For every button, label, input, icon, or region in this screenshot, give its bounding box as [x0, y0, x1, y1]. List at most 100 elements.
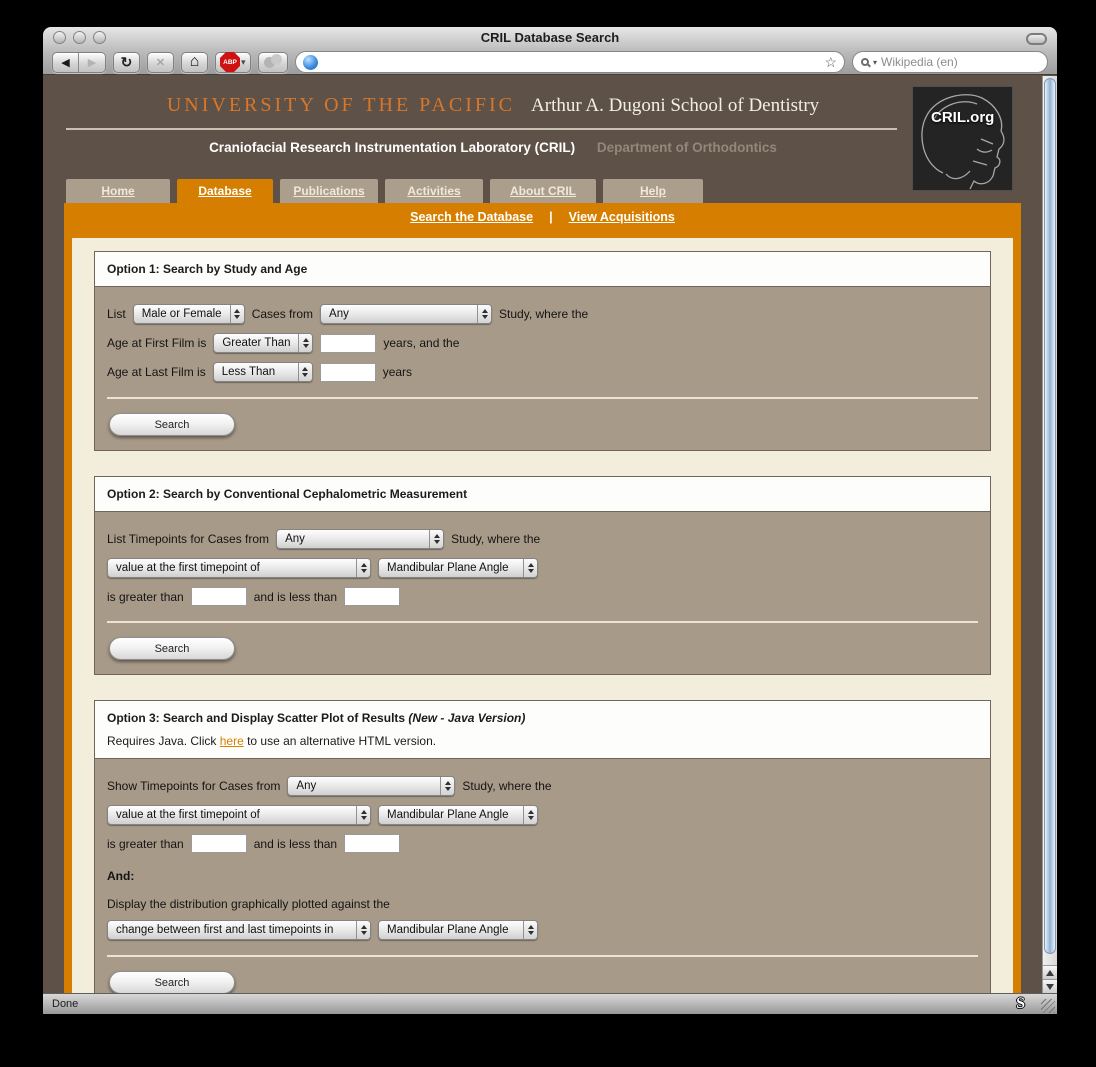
option3-row3-mid: and is less than	[254, 837, 337, 851]
option3-min-input[interactable]	[191, 834, 247, 853]
select-stepper-icon	[523, 559, 537, 577]
search-placeholder: Wikipedia (en)	[881, 55, 958, 69]
option1-body: List Male or Female Cases from Any	[95, 287, 990, 450]
window-title: CRIL Database Search	[43, 27, 1057, 49]
select-stepper-icon	[356, 806, 370, 824]
select-stepper-icon	[356, 921, 370, 939]
first-film-age-input[interactable]	[320, 334, 376, 353]
vertical-scrollbar[interactable]	[1042, 76, 1057, 993]
web-search-field[interactable]: ▾ Wikipedia (en)	[852, 51, 1048, 73]
resize-grip[interactable]	[1041, 999, 1055, 1013]
option2-row1-pre: List Timepoints for Cases from	[107, 532, 269, 546]
option2-max-input[interactable]	[344, 587, 400, 606]
option3-display-label: Display the distribution graphically plo…	[107, 897, 978, 911]
option3-study-select[interactable]: Any	[287, 776, 455, 796]
scroll-down-icon	[1046, 984, 1054, 990]
option3-measure-select2[interactable]: Mandibular Plane Angle	[378, 920, 538, 940]
plugin-button[interactable]	[258, 52, 288, 73]
note-post: to use an alternative HTML version.	[247, 734, 436, 748]
option3-row2: value at the first timepoint of Mandibul…	[107, 805, 978, 825]
subnav-search-database-link[interactable]: Search the Database	[410, 210, 533, 224]
scroll-up-button[interactable]	[1043, 965, 1057, 979]
content-frame: Option 1: Search by Study and Age List M…	[64, 230, 1021, 993]
subnav-view-acquisitions-link[interactable]: View Acquisitions	[569, 210, 675, 224]
option1-header: Option 1: Search by Study and Age	[95, 252, 990, 287]
option3-row4: change between first and last timepoints…	[107, 920, 978, 940]
home-button[interactable]: ⌂	[181, 52, 208, 73]
option3-header: Option 3: Search and Display Scatter Plo…	[95, 701, 990, 759]
option2-value-select[interactable]: value at the first timepoint of	[107, 558, 371, 578]
last-film-compare-select[interactable]: Less Than	[213, 362, 313, 382]
option1-row3-post: years	[383, 365, 412, 379]
option3-measure-select[interactable]: Mandibular Plane Angle	[378, 805, 538, 825]
option3-search-button[interactable]: Search	[109, 971, 235, 993]
back-icon: ◀	[61, 56, 69, 69]
browser-window: CRIL Database Search ◀ ▶ ↻ ✕ ⌂ ABP ▾ ☆	[43, 27, 1057, 1014]
first-film-compare-select[interactable]: Greater Than	[213, 333, 313, 353]
option1-row2-post: years, and the	[383, 336, 459, 350]
select-stepper-icon	[429, 530, 443, 548]
option2-row3: is greater than and is less than	[107, 587, 978, 606]
database-subnav: Search the Database | View Acquisitions	[64, 203, 1021, 230]
university-name: UNIVERSITY OF THE PACIFIC	[167, 94, 515, 116]
toolbar-toggle-button[interactable]	[1026, 33, 1047, 45]
scrollbar-thumb[interactable]	[1044, 78, 1056, 954]
select-stepper-icon	[523, 921, 537, 939]
option3-row1-pre: Show Timepoints for Cases from	[107, 779, 280, 793]
adblock-button[interactable]: ABP ▾	[215, 52, 251, 73]
option1-title: Option 1: Search by Study and Age	[107, 262, 307, 276]
tab-activities[interactable]: Activities	[385, 179, 483, 203]
tab-database[interactable]: Database	[177, 179, 273, 203]
search-engine-caret-icon: ▾	[873, 58, 877, 67]
browser-toolbar: ◀ ▶ ↻ ✕ ⌂ ABP ▾ ☆ ▾ Wikipedia (en)	[43, 49, 1057, 75]
tab-about-cril[interactable]: About CRIL	[490, 179, 596, 203]
option1-study-select[interactable]: Any	[320, 304, 492, 324]
option3-max-input[interactable]	[344, 834, 400, 853]
site-header: UNIVERSITY OF THE PACIFIC Arthur A. Dugo…	[43, 76, 1042, 155]
department-name: Department of Orthodontics	[597, 140, 777, 155]
scroll-up-icon	[1046, 970, 1054, 976]
skull-tracing-icon	[913, 87, 1012, 190]
zoom-window-button[interactable]	[93, 31, 106, 44]
option2-search-button[interactable]: Search	[109, 637, 235, 660]
lab-name: Craniofacial Research Instrumentation La…	[209, 140, 575, 155]
select-stepper-icon	[523, 806, 537, 824]
status-bar: Done S	[43, 993, 1057, 1014]
url-input[interactable]	[324, 53, 819, 71]
bookmark-star-icon[interactable]: ☆	[824, 54, 837, 71]
option3-html-version-link[interactable]: here	[220, 734, 244, 748]
scroll-down-button[interactable]	[1043, 979, 1057, 993]
stop-button[interactable]: ✕	[147, 52, 174, 73]
tab-help[interactable]: Help	[603, 179, 703, 203]
option2-row3-pre: is greater than	[107, 590, 184, 604]
option2-body: List Timepoints for Cases from Any Study…	[95, 512, 990, 674]
select-stepper-icon	[298, 334, 312, 352]
option3-value-select[interactable]: value at the first timepoint of	[107, 805, 371, 825]
adblock-caret-icon: ▾	[241, 57, 246, 68]
note-pre: Requires Java. Click	[107, 734, 216, 748]
option2-study-select[interactable]: Any	[276, 529, 444, 549]
close-window-button[interactable]	[53, 31, 66, 44]
tab-home[interactable]: Home	[66, 179, 170, 203]
last-film-age-input[interactable]	[320, 363, 376, 382]
option2-divider	[107, 621, 978, 623]
select-stepper-icon	[440, 777, 454, 795]
status-text: Done	[43, 998, 1016, 1010]
option2-measure-select[interactable]: Mandibular Plane Angle	[378, 558, 538, 578]
school-name: Arthur A. Dugoni School of Dentistry	[531, 95, 819, 116]
tab-publications[interactable]: Publications	[280, 179, 378, 203]
stop-icon: ✕	[156, 56, 165, 69]
back-button[interactable]: ◀	[52, 52, 79, 73]
forward-button[interactable]: ▶	[79, 52, 106, 73]
option2-min-input[interactable]	[191, 587, 247, 606]
option3-change-select[interactable]: change between first and last timepoints…	[107, 920, 371, 940]
minimize-window-button[interactable]	[73, 31, 86, 44]
option3-panel: Option 3: Search and Display Scatter Plo…	[94, 700, 991, 993]
option1-search-button[interactable]: Search	[109, 413, 235, 436]
titlebar[interactable]: CRIL Database Search	[43, 27, 1057, 49]
reload-button[interactable]: ↻	[113, 52, 140, 73]
option3-row1-post: Study, where the	[462, 779, 551, 793]
address-bar[interactable]: ☆	[295, 51, 845, 73]
sex-select[interactable]: Male or Female	[133, 304, 245, 324]
scrollbar-arrows	[1043, 965, 1057, 993]
